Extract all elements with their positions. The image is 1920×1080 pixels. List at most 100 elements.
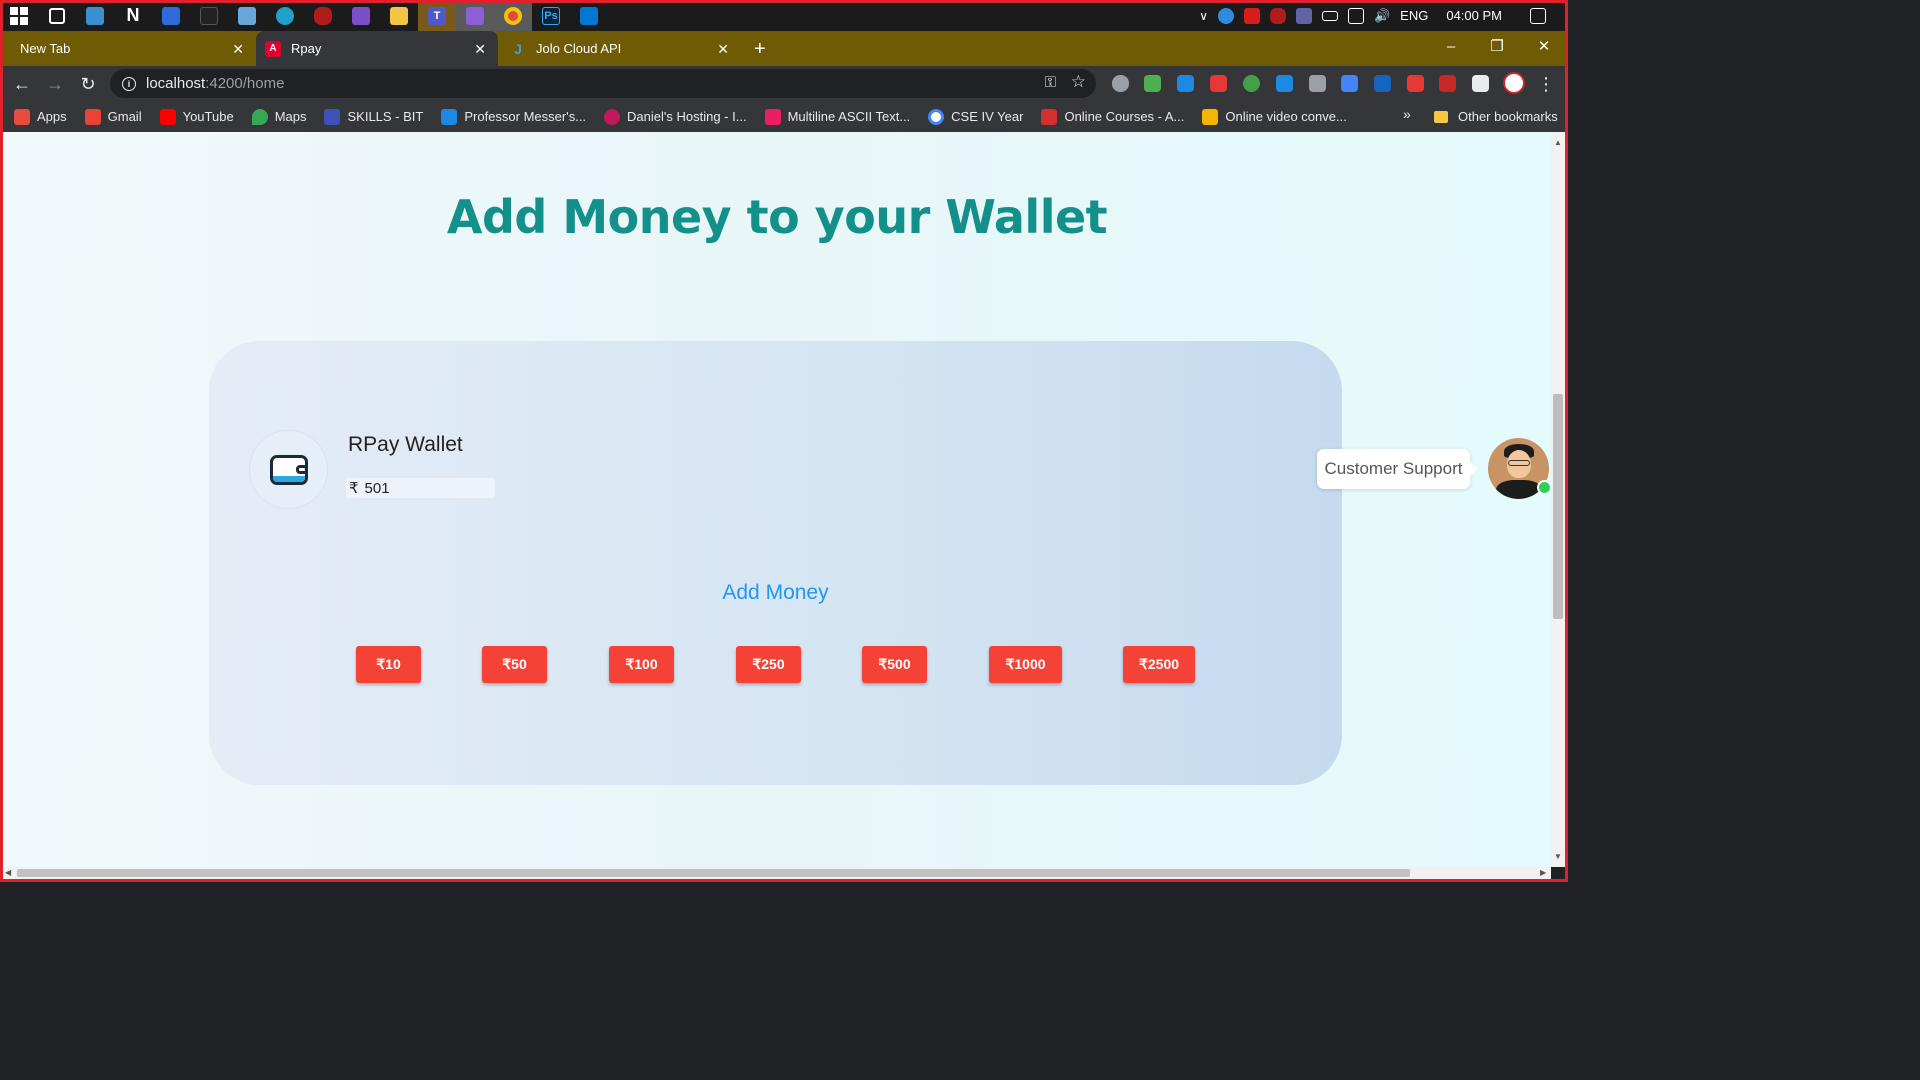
- chrome-icon[interactable]: [494, 0, 532, 31]
- wallet-icon: [269, 454, 308, 485]
- horizontal-scroll-thumb[interactable]: [17, 869, 1410, 877]
- amount-button-250[interactable]: ₹250: [736, 646, 801, 683]
- scroll-left-arrow-icon[interactable]: ◀: [5, 868, 11, 877]
- restore-icon[interactable]: ❐: [1474, 31, 1520, 61]
- battery-icon[interactable]: [1321, 10, 1338, 21]
- bookmark-label: Apps: [37, 109, 67, 124]
- scroll-up-arrow-icon[interactable]: ▲: [1554, 138, 1562, 147]
- bookmark-gmail[interactable]: Gmail: [84, 108, 142, 125]
- other-bookmarks[interactable]: Other bookmarks: [1434, 101, 1558, 132]
- notion-icon[interactable]: N: [114, 0, 152, 31]
- tab-title: Rpay: [291, 41, 322, 56]
- bookmark-online-video-converter[interactable]: Online video conve...: [1202, 108, 1347, 125]
- puzzle-extensions-icon[interactable]: [1472, 75, 1489, 92]
- bookmark-label: Online Courses - A...: [1064, 109, 1185, 124]
- vertical-scroll-thumb[interactable]: [1553, 394, 1563, 619]
- photos-icon[interactable]: [228, 0, 266, 31]
- bookmark-online-courses[interactable]: Online Courses - A...: [1041, 108, 1185, 125]
- photoshop-icon[interactable]: Ps: [532, 0, 570, 31]
- task-view-icon[interactable]: [38, 0, 76, 31]
- bookmark-skills-bit[interactable]: SKILLS - BIT: [324, 108, 423, 125]
- teams-icon[interactable]: T: [418, 0, 456, 31]
- onedrive-icon[interactable]: [1217, 7, 1234, 24]
- file-explorer-icon[interactable]: [380, 0, 418, 31]
- taskbar-app-icon[interactable]: [190, 0, 228, 31]
- language-indicator[interactable]: ENG: [1400, 8, 1428, 23]
- taskbar-app-icon[interactable]: [152, 0, 190, 31]
- amount-button-50[interactable]: ₹50: [482, 646, 547, 683]
- address-bar[interactable]: i localhost:4200/home ⚿ ☆: [110, 69, 1096, 98]
- extension-icon[interactable]: [1144, 75, 1161, 92]
- gmail-icon: [84, 108, 101, 125]
- bookmark-youtube[interactable]: YouTube: [159, 108, 234, 125]
- network-icon[interactable]: [1347, 7, 1364, 24]
- amount-button-2500[interactable]: ₹2500: [1123, 646, 1195, 683]
- extension-icon[interactable]: [1243, 75, 1260, 92]
- extension-icon[interactable]: [1374, 75, 1391, 92]
- tab-rpay[interactable]: A Rpay ✕: [256, 31, 498, 66]
- bookmark-maps[interactable]: Maps: [251, 108, 307, 125]
- amount-button-100[interactable]: ₹100: [609, 646, 674, 683]
- menu-kebab-icon[interactable]: ⋮: [1534, 72, 1558, 96]
- url-text[interactable]: localhost:4200/home: [146, 75, 284, 92]
- tray-app-icon[interactable]: [1295, 7, 1312, 24]
- site-info-icon[interactable]: i: [122, 76, 136, 91]
- bookmark-apps[interactable]: Apps: [14, 108, 67, 125]
- volume-icon[interactable]: 🔊: [1374, 8, 1390, 24]
- professor-messer-icon: [441, 108, 458, 125]
- bookmark-multiline-ascii[interactable]: Multiline ASCII Text...: [764, 108, 910, 125]
- minimize-icon[interactable]: –: [1428, 31, 1474, 61]
- new-tab-plus-icon[interactable]: +: [754, 38, 766, 61]
- extension-icon[interactable]: [1276, 75, 1293, 92]
- profile-avatar-icon[interactable]: [1503, 72, 1525, 94]
- amount-button-1000[interactable]: ₹1000: [989, 646, 1062, 683]
- key-icon[interactable]: ⚿: [1045, 74, 1056, 91]
- forward-arrow-icon[interactable]: →: [43, 72, 67, 96]
- extension-icon[interactable]: [1341, 75, 1358, 92]
- close-tab-icon[interactable]: ✕: [474, 41, 486, 58]
- tray-app-icon[interactable]: [1243, 7, 1260, 24]
- vscode-icon[interactable]: [570, 0, 608, 31]
- extension-icon[interactable]: [1439, 75, 1456, 92]
- bookmark-daniels-hosting[interactable]: Daniel's Hosting - I...: [604, 108, 747, 125]
- scroll-right-arrow-icon[interactable]: ▶: [1540, 868, 1546, 877]
- maps-pin-icon: [251, 108, 268, 125]
- extension-icon[interactable]: [1177, 75, 1194, 92]
- close-tab-icon[interactable]: ✕: [232, 41, 244, 58]
- bookmark-label: Maps: [274, 109, 307, 124]
- udemy-icon: [1041, 108, 1058, 125]
- vertical-scrollbar[interactable]: ▲ ▼: [1551, 132, 1565, 867]
- system-tray: ∨ 🔊 ENG 04:00 PM: [1199, 0, 1568, 31]
- extension-icon[interactable]: [1210, 75, 1227, 92]
- tray-app-icon[interactable]: [1269, 7, 1286, 24]
- taskbar-app-icon[interactable]: [76, 0, 114, 31]
- clock[interactable]: 04:00 PM: [1446, 8, 1502, 23]
- reload-icon[interactable]: ↻: [76, 72, 100, 96]
- windows-start-icon[interactable]: [0, 0, 38, 31]
- bookmark-professor-messer[interactable]: Professor Messer's...: [441, 108, 586, 125]
- customer-support-label[interactable]: Customer Support: [1317, 449, 1477, 489]
- add-money-heading: Add Money: [722, 581, 829, 604]
- scroll-down-arrow-icon[interactable]: ▼: [1554, 852, 1562, 861]
- extension-icon[interactable]: [1309, 75, 1326, 92]
- extension-icon[interactable]: [1112, 75, 1129, 92]
- tab-new-tab[interactable]: New Tab ✕: [0, 31, 256, 66]
- back-arrow-icon[interactable]: ←: [10, 72, 34, 96]
- chevron-up-icon[interactable]: ∨: [1199, 9, 1208, 23]
- visual-studio-icon[interactable]: [456, 0, 494, 31]
- tab-jolo-cloud-api[interactable]: J Jolo Cloud API ✕: [498, 31, 741, 66]
- close-window-icon[interactable]: ✕: [1521, 31, 1567, 61]
- amount-button-10[interactable]: ₹10: [356, 646, 421, 683]
- star-bookmark-icon[interactable]: ☆: [1071, 72, 1086, 92]
- horizontal-scrollbar[interactable]: ◀ ▶: [3, 867, 1551, 879]
- amount-button-500[interactable]: ₹500: [862, 646, 927, 683]
- edge-icon[interactable]: [266, 0, 304, 31]
- close-tab-icon[interactable]: ✕: [717, 41, 729, 58]
- extension-icon[interactable]: [1407, 75, 1424, 92]
- taskbar-app-icon[interactable]: [304, 0, 342, 31]
- bookmark-cse-iv-year[interactable]: CSE IV Year: [928, 108, 1023, 125]
- tab-title: New Tab: [20, 41, 71, 56]
- notifications-icon[interactable]: [1530, 7, 1546, 24]
- bookmarks-overflow-button[interactable]: »: [1403, 106, 1411, 122]
- visual-studio-icon[interactable]: [342, 0, 380, 31]
